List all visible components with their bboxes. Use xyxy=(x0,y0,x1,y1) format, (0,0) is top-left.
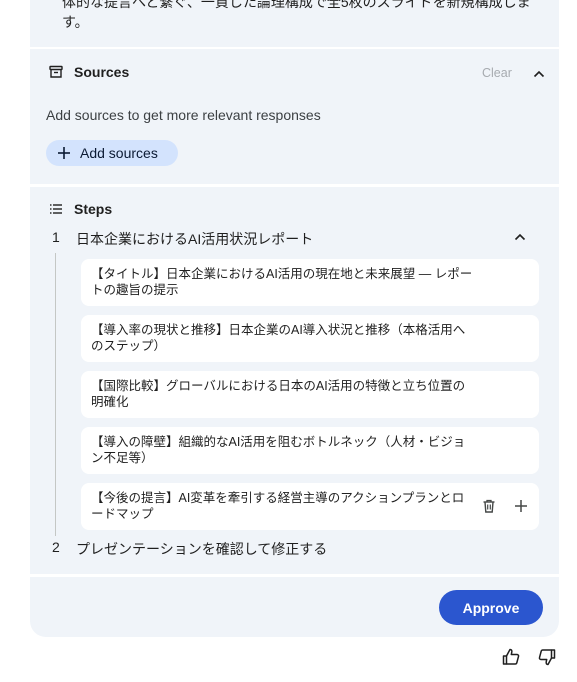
thumbs-up-icon[interactable] xyxy=(501,647,521,667)
list-icon xyxy=(50,204,62,214)
step-number: 2 xyxy=(52,539,60,555)
step-item-2[interactable]: 2 プレゼンテーションを確認して修正する xyxy=(52,539,327,559)
plan-description-text: 体的な提言へと繋ぐ、一貫した論理構成で全5枚のスライドを新規構成します。 xyxy=(62,0,531,30)
step-label: プレゼンテーションを確認して修正する xyxy=(76,541,328,557)
step-number: 1 xyxy=(52,229,60,245)
sources-panel: Sources Clear Add sources to get more re… xyxy=(30,49,559,184)
sources-hint: Add sources to get more relevant respons… xyxy=(46,107,321,123)
plus-icon xyxy=(58,147,70,159)
archive-box-icon xyxy=(49,65,63,78)
thumbs-down-icon[interactable] xyxy=(537,647,557,667)
approve-button[interactable]: Approve xyxy=(439,590,543,625)
steps-panel: Steps 1 日本企業におけるAI活用状況レポート 【タイトル】日本企業におけ… xyxy=(30,187,559,574)
steps-header: Steps xyxy=(48,201,112,217)
clear-sources-button[interactable]: Clear xyxy=(482,66,512,80)
trash-icon[interactable] xyxy=(481,498,497,514)
slide-item-text: 【国際比較】グローバルにおける日本のAI活用の特徴と立ち位置の明確化 xyxy=(91,379,466,409)
slide-item-text: 【導入率の現状と推移】日本企業のAI導入状況と推移（本格活用へのステップ） xyxy=(91,323,466,353)
sources-header: Sources xyxy=(48,64,129,80)
action-bar: Approve xyxy=(30,577,559,637)
steps-title: Steps xyxy=(74,201,113,217)
slide-item-text: 【今後の提言】AI変革を牽引する経営主導のアクションプランとロードマップ xyxy=(91,491,465,521)
chevron-up-icon[interactable] xyxy=(512,229,528,245)
step-item-1[interactable]: 1 日本企業におけるAI活用状況レポート xyxy=(52,229,313,249)
step-label: 日本企業におけるAI活用状況レポート xyxy=(76,231,314,247)
plus-icon[interactable] xyxy=(513,498,529,514)
slide-item[interactable]: 【導入の障壁】組織的なAI活用を阻むボトルネック（人材・ビジョン不足等） xyxy=(81,427,539,474)
slide-item[interactable]: 【導入率の現状と推移】日本企業のAI導入状況と推移（本格活用へのステップ） xyxy=(81,315,539,362)
slide-item[interactable]: 【国際比較】グローバルにおける日本のAI活用の特徴と立ち位置の明確化 xyxy=(81,371,539,418)
add-sources-label: Add sources xyxy=(80,145,158,161)
plan-description-panel: 体的な提言へと繋ぐ、一貫した論理構成で全5枚のスライドを新規構成します。 xyxy=(30,0,559,47)
slide-item-text: 【タイトル】日本企業におけるAI活用の現在地と未来展望 — レポートの趣旨の提示 xyxy=(91,267,473,297)
sources-title: Sources xyxy=(74,64,130,80)
slide-item[interactable]: 【今後の提言】AI変革を牽引する経営主導のアクションプランとロードマップ xyxy=(81,483,539,530)
chevron-up-icon[interactable] xyxy=(531,66,547,82)
slide-item-text: 【導入の障壁】組織的なAI活用を阻むボトルネック（人材・ビジョン不足等） xyxy=(91,435,466,465)
add-sources-button[interactable]: Add sources xyxy=(46,140,178,166)
slide-item[interactable]: 【タイトル】日本企業におけるAI活用の現在地と未来展望 — レポートの趣旨の提示 xyxy=(81,259,539,306)
step-connector-line xyxy=(55,253,56,536)
